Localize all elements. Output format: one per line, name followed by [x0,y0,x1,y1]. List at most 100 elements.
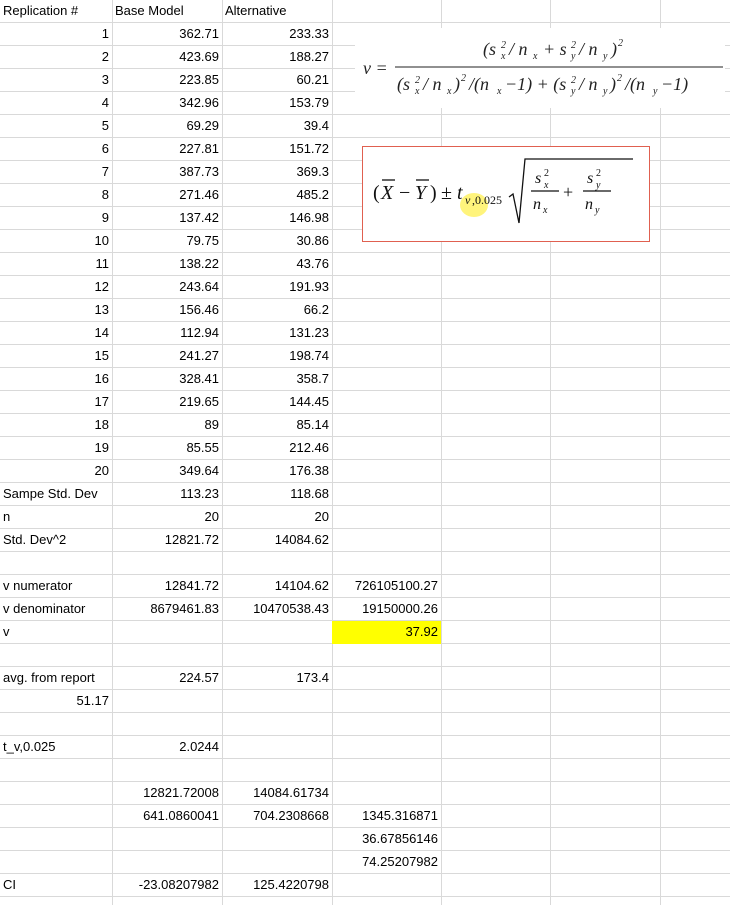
alternative-cell[interactable]: 85.14 [222,414,332,437]
std-dev-alt-cell[interactable]: 118.68 [222,483,332,506]
alternative-cell[interactable]: 151.72 [222,138,332,161]
ci-low-cell[interactable]: -23.08207982 [112,874,222,897]
base-model-cell[interactable]: 85.55 [112,437,222,460]
alternative-cell[interactable]: 198.74 [222,345,332,368]
alternative-cell[interactable]: 485.2 [222,184,332,207]
v-denominator-alt-cell[interactable]: 10470538.43 [222,598,332,621]
base-model-cell[interactable]: 137.42 [112,207,222,230]
svg-text:(s: (s [483,39,496,60]
calc-base-cell[interactable]: 12821.72008 [112,782,222,805]
alternative-cell[interactable]: 191.93 [222,276,332,299]
alternative-cell[interactable]: 39.4 [222,115,332,138]
base-model-cell[interactable]: 423.69 [112,46,222,69]
base-model-cell[interactable]: 219.65 [112,391,222,414]
base-model-cell[interactable]: 328.41 [112,368,222,391]
n-alt-cell[interactable]: 20 [222,506,332,529]
n-label[interactable]: n [0,506,112,529]
header-alternative[interactable]: Alternative [222,0,332,23]
n-base-cell[interactable]: 20 [112,506,222,529]
replication-number-cell[interactable]: 8 [0,184,112,207]
std-dev-squared-alt-cell[interactable]: 14084.62 [222,529,332,552]
calc-base-ratio-cell[interactable]: 641.0860041 [112,805,222,828]
alternative-cell[interactable]: 131.23 [222,322,332,345]
base-model-cell[interactable]: 227.81 [112,138,222,161]
calc-alt-ratio-cell[interactable]: 704.2308668 [222,805,332,828]
std-dev-label[interactable]: Sampe Std. Dev [0,483,112,506]
v-denominator-label[interactable]: v denominator [0,598,112,621]
calc-sqrt-cell[interactable]: 36.67856146 [332,828,441,851]
base-model-cell[interactable]: 79.75 [112,230,222,253]
replication-number-cell[interactable]: 13 [0,299,112,322]
base-model-cell[interactable]: 362.71 [112,23,222,46]
t-value-label[interactable]: t_v,0.025 [0,736,112,759]
replication-number-cell[interactable]: 11 [0,253,112,276]
base-model-cell[interactable]: 243.64 [112,276,222,299]
replication-number-cell[interactable]: 1 [0,23,112,46]
replication-number-cell[interactable]: 7 [0,161,112,184]
base-model-cell[interactable]: 112.94 [112,322,222,345]
ci-high-cell[interactable]: 125.4220798 [222,874,332,897]
base-model-cell[interactable]: 138.22 [112,253,222,276]
replication-number-cell[interactable]: 19 [0,437,112,460]
ci-label[interactable]: CI [0,874,112,897]
base-model-cell[interactable]: 241.27 [112,345,222,368]
std-dev-squared-label[interactable]: Std. Dev^2 [0,529,112,552]
calc-sum-cell[interactable]: 1345.316871 [332,805,441,828]
base-model-cell[interactable]: 349.64 [112,460,222,483]
replication-number-cell[interactable]: 9 [0,207,112,230]
v-numerator-alt-cell[interactable]: 14104.62 [222,575,332,598]
base-model-cell[interactable]: 69.29 [112,115,222,138]
v-denominator-base-cell[interactable]: 8679461.83 [112,598,222,621]
calc-alt-cell[interactable]: 14084.61734 [222,782,332,805]
avg-base-cell[interactable]: 224.57 [112,667,222,690]
replication-number-cell[interactable]: 20 [0,460,112,483]
replication-number-cell[interactable]: 16 [0,368,112,391]
replication-number-cell[interactable]: 17 [0,391,112,414]
alternative-cell[interactable]: 146.98 [222,207,332,230]
avg-alt-cell[interactable]: 173.4 [222,667,332,690]
avg-difference-cell[interactable]: 51.17 [0,690,112,713]
replication-number-cell[interactable]: 15 [0,345,112,368]
alternative-cell[interactable]: 233.33 [222,23,332,46]
replication-number-cell[interactable]: 3 [0,69,112,92]
v-value-cell[interactable]: 37.92 [332,621,441,644]
alternative-cell[interactable]: 66.2 [222,299,332,322]
alternative-cell[interactable]: 144.45 [222,391,332,414]
base-model-cell[interactable]: 223.85 [112,69,222,92]
alternative-cell[interactable]: 212.46 [222,437,332,460]
base-model-cell[interactable]: 387.73 [112,161,222,184]
v-numerator-base-cell[interactable]: 12841.72 [112,575,222,598]
base-model-cell[interactable]: 156.46 [112,299,222,322]
std-dev-squared-base-cell[interactable]: 12821.72 [112,529,222,552]
replication-number-cell[interactable]: 2 [0,46,112,69]
alternative-cell[interactable]: 358.7 [222,368,332,391]
std-dev-base-cell[interactable]: 113.23 [112,483,222,506]
replication-number-cell[interactable]: 10 [0,230,112,253]
header-replication[interactable]: Replication # [0,0,112,23]
calc-margin-cell[interactable]: 74.25207982 [332,851,441,874]
replication-number-cell[interactable]: 6 [0,138,112,161]
alternative-cell[interactable]: 153.79 [222,92,332,115]
v-numerator-total-cell[interactable]: 726105100.27 [332,575,441,598]
t-value-cell[interactable]: 2.0244 [112,736,222,759]
alternative-cell[interactable]: 176.38 [222,460,332,483]
replication-number-cell[interactable]: 5 [0,115,112,138]
header-base-model[interactable]: Base Model [112,0,222,23]
replication-number-cell[interactable]: 4 [0,92,112,115]
avg-from-report-label[interactable]: avg. from report [0,667,112,690]
replication-number-cell[interactable]: 14 [0,322,112,345]
v-denominator-total-cell[interactable]: 19150000.26 [332,598,441,621]
alternative-cell[interactable]: 188.27 [222,46,332,69]
alternative-cell[interactable]: 30.86 [222,230,332,253]
v-label[interactable]: v [0,621,112,644]
replication-number-cell[interactable]: 12 [0,276,112,299]
svg-text:/ n: / n [508,39,528,59]
base-model-cell[interactable]: 271.46 [112,184,222,207]
alternative-cell[interactable]: 369.3 [222,161,332,184]
base-model-cell[interactable]: 89 [112,414,222,437]
alternative-cell[interactable]: 43.76 [222,253,332,276]
v-numerator-label[interactable]: v numerator [0,575,112,598]
replication-number-cell[interactable]: 18 [0,414,112,437]
alternative-cell[interactable]: 60.21 [222,69,332,92]
base-model-cell[interactable]: 342.96 [112,92,222,115]
